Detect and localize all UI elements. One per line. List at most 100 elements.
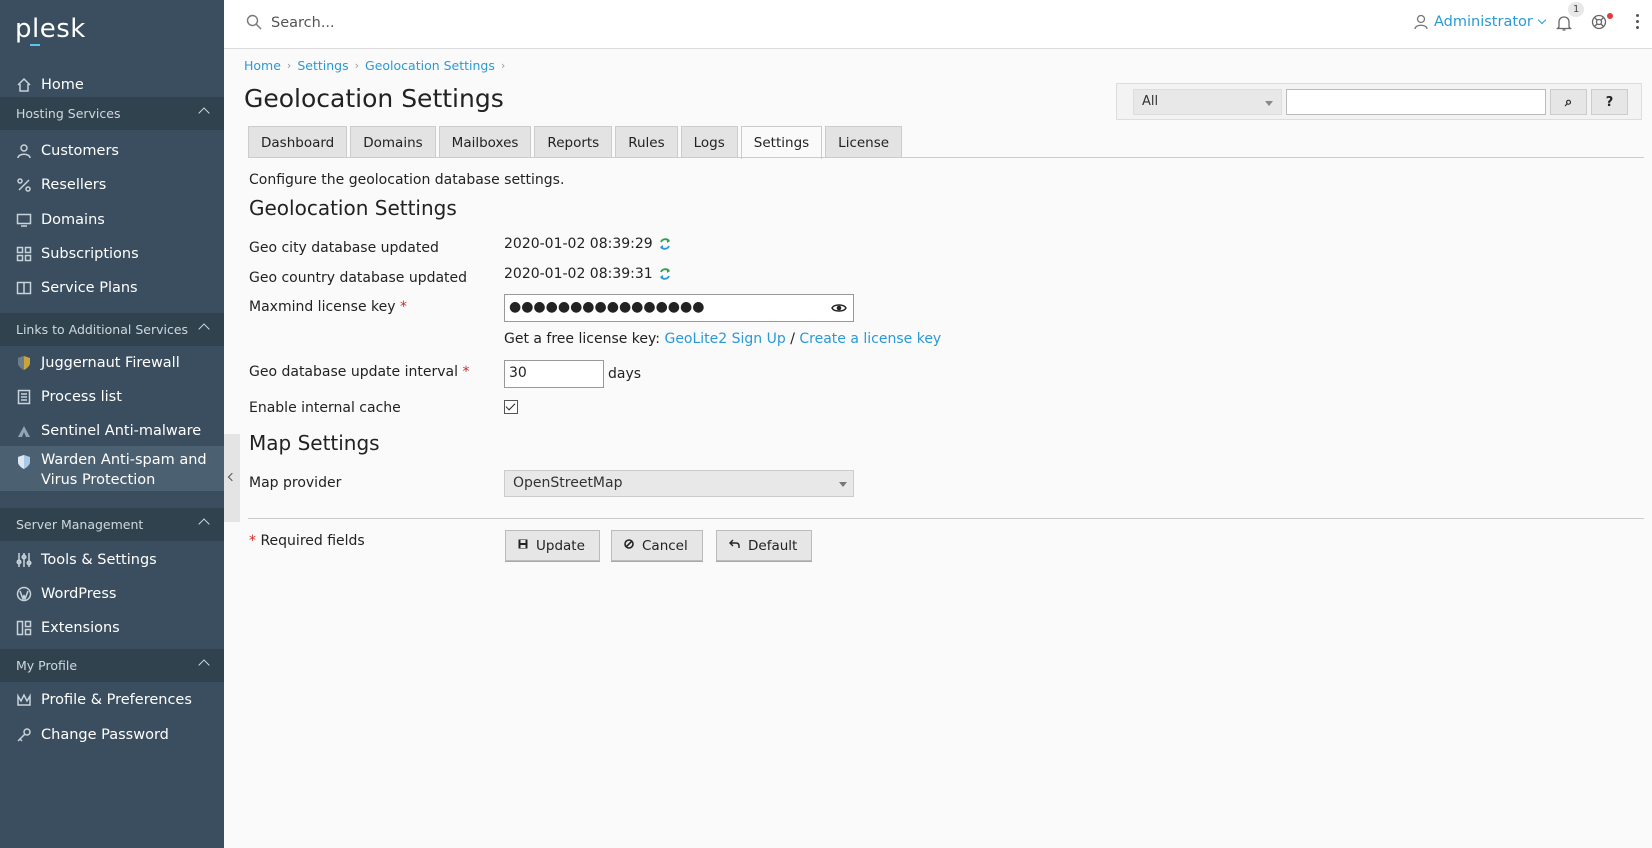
sidebar-item-label: WordPress [41,586,117,602]
list-search-panel: All ⌕ ? [1116,83,1642,120]
sidebar-item-tools-settings[interactable]: Tools & Settings [0,543,224,577]
chevron-down-icon [1537,15,1547,25]
map-provider-select[interactable]: OpenStreetMap [504,470,854,497]
sliders-icon [16,552,32,568]
sidebar: plesk Home Hosting Services Customers Re… [0,0,224,848]
sidebar-item-label: Service Plans [41,280,138,296]
bell-icon[interactable] [1555,14,1573,36]
sidebar-item-process-list[interactable]: Process list [0,380,224,414]
create-license-key-link[interactable]: Create a license key [799,331,941,347]
sidebar-item-warden[interactable]: Warden Anti-spam and Virus Protection [0,446,224,491]
section-title-geolocation: Geolocation Settings [249,196,457,220]
update-interval-label-text: Geo database update interval [249,364,458,380]
sidebar-item-label: Sentinel Anti-malware [41,423,202,439]
sidebar-item-subscriptions[interactable]: Subscriptions [0,237,224,271]
internal-cache-label: Enable internal cache [249,400,401,416]
tab-dashboard[interactable]: Dashboard [248,126,348,158]
extensions-icon [16,620,32,636]
sidebar-item-change-password[interactable]: Change Password [0,718,224,752]
search-icon[interactable] [246,14,262,34]
plesk-logo[interactable]: plesk [15,14,86,44]
sidebar-item-label: Juggernaut Firewall [41,355,180,371]
geo-city-value-row: 2020-01-02 08:39:29 [504,236,671,252]
refresh-icon[interactable] [659,267,671,281]
section-title-map: Map Settings [249,431,380,455]
chevron-up-icon [198,107,210,119]
sidebar-item-service-plans[interactable]: Service Plans [0,271,224,305]
alert-dot [1607,13,1613,19]
hint-separator: / [790,331,795,347]
help-button[interactable]: ? [1591,89,1628,115]
logo-accent [30,44,40,46]
geo-country-label: Geo country database updated [249,270,468,286]
license-key-input[interactable]: ●●●●●●●●●●●●●●●● [504,294,854,322]
chevron-up-icon [198,518,210,530]
update-button[interactable]: Update [505,530,600,561]
chevron-right-icon: › [286,59,292,72]
eye-icon[interactable] [831,302,847,314]
internal-cache-checkbox[interactable] [504,400,518,414]
refresh-icon[interactable] [659,237,671,251]
search-button[interactable]: ⌕ [1550,89,1587,115]
breadcrumb-home[interactable]: Home [244,58,281,73]
section-server-management[interactable]: Server Management [0,508,224,541]
help-lifebuoy-icon[interactable] [1591,14,1607,34]
sidebar-item-label: Tools & Settings [41,552,157,568]
sidebar-item-label: Resellers [41,177,107,193]
default-button[interactable]: Default [716,530,813,561]
section-links-additional[interactable]: Links to Additional Services [0,313,224,346]
tab-settings[interactable]: Settings [740,126,823,159]
map-provider-label: Map provider [249,475,342,491]
sidebar-item-label: Profile & Preferences [41,692,192,708]
book-icon [16,280,32,296]
cancel-button-label: Cancel [642,537,688,554]
tab-license[interactable]: License [825,126,903,158]
chevron-right-icon: › [354,59,360,72]
tab-logs[interactable]: Logs [680,126,738,158]
crown-icon [16,692,32,708]
sentinel-icon [16,423,32,439]
sidebar-item-extensions[interactable]: Extensions [0,611,224,645]
percent-icon [16,177,32,193]
sidebar-item-profile[interactable]: Profile & Preferences [0,683,224,717]
license-key-label-text: Maxmind license key [249,299,396,315]
list-search-input[interactable] [1286,89,1546,115]
more-menu-icon[interactable] [1636,14,1640,32]
sidebar-item-label: Process list [41,389,122,405]
sidebar-item-label: Extensions [41,620,120,636]
sidebar-item-label: Subscriptions [41,246,139,262]
sidebar-collapse-handle[interactable] [224,434,240,522]
map-provider-value: OpenStreetMap [513,475,623,491]
geo-country-value-row: 2020-01-02 08:39:31 [504,266,671,282]
tab-mailboxes[interactable]: Mailboxes [438,126,532,158]
interval-unit: days [608,366,642,382]
sidebar-item-juggernaut[interactable]: Juggernaut Firewall [0,346,224,380]
section-my-profile[interactable]: My Profile [0,649,224,682]
cancel-button[interactable]: Cancel [611,530,703,561]
global-search-input[interactable]: Search... [271,15,335,31]
breadcrumb-settings[interactable]: Settings [297,58,348,73]
tab-reports[interactable]: Reports [534,126,613,158]
dropdown-arrow-icon [839,482,847,487]
sidebar-item-customers[interactable]: Customers [0,134,224,168]
required-marker: * [399,299,407,315]
search-filter-select[interactable]: All [1133,89,1282,115]
user-menu[interactable]: Administrator [1414,14,1547,30]
tab-domains[interactable]: Domains [350,126,436,158]
section-hosting-services[interactable]: Hosting Services [0,97,224,130]
user-name: Administrator [1434,14,1533,30]
update-button-label: Update [536,537,585,554]
required-fields-text: Required fields [260,533,365,549]
home-icon [16,77,32,93]
tab-rules[interactable]: Rules [615,126,678,158]
sidebar-item-resellers[interactable]: Resellers [0,168,224,202]
shield-firewall-icon [16,355,32,371]
sidebar-item-domains[interactable]: Domains [0,203,224,237]
chevron-right-icon: › [500,59,506,72]
update-interval-input[interactable]: 30 [504,360,604,388]
geolite2-signup-link[interactable]: GeoLite2 Sign Up [664,331,785,347]
sidebar-item-sentinel[interactable]: Sentinel Anti-malware [0,414,224,448]
dropdown-arrow-icon [1265,101,1273,106]
breadcrumb-geolocation[interactable]: Geolocation Settings [365,58,495,73]
sidebar-item-wordpress[interactable]: WordPress [0,577,224,611]
